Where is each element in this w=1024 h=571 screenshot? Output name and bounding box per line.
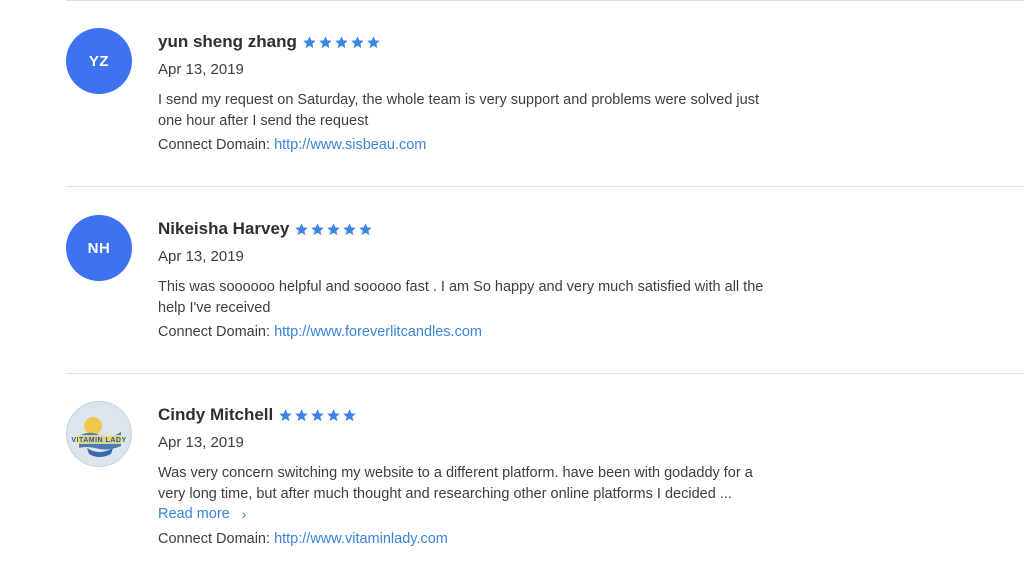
connect-domain-label: Connect Domain: — [158, 324, 271, 340]
connect-domain: Connect Domain: http://www.vitaminlady.c… — [158, 531, 778, 547]
star-rating — [302, 35, 381, 50]
vitamin-lady-logo-icon: VITAMIN LADY — [68, 403, 130, 465]
review-date: Apr 13, 2019 — [158, 61, 244, 78]
domain-link[interactable]: http://www.vitaminlady.com — [274, 531, 448, 547]
star-icon — [335, 35, 348, 48]
review-text: This was soooooo helpful and sooooo fast… — [158, 279, 764, 316]
star-icon — [327, 222, 341, 235]
reviewer-name: Cindy Mitchell — [158, 405, 274, 424]
star-icon — [351, 35, 364, 48]
review-item: YZ yun sheng zhang Apr 13, 2019 I send m… — [0, 0, 1024, 186]
star-icon — [311, 408, 324, 421]
star-icon — [359, 222, 373, 235]
avatar: NH — [66, 215, 132, 281]
star-icon — [295, 222, 309, 235]
reviewer-name: Nikeisha Harvey — [158, 219, 290, 238]
review-text: Was very concern switching my website to… — [158, 465, 753, 502]
connect-domain-label: Connect Domain: — [158, 137, 271, 153]
read-more-label: Read more — [158, 506, 230, 522]
star-icon — [311, 222, 325, 235]
star-icon — [343, 408, 356, 421]
review-text: I send my request on Saturday, the whole… — [158, 92, 759, 129]
chevron-right-icon: › — [241, 506, 247, 522]
star-icon — [367, 35, 380, 48]
star-rating — [278, 408, 357, 423]
star-rating — [294, 222, 373, 237]
review-item: NH Nikeisha Harvey Apr 13, 2019 This was… — [0, 187, 1024, 373]
domain-link[interactable]: http://www.sisbeau.com — [274, 137, 426, 153]
avatar-initials: YZ — [88, 52, 110, 70]
connect-domain: Connect Domain: http://www.foreverlitcan… — [158, 324, 778, 340]
connect-domain-label: Connect Domain: — [158, 530, 271, 547]
avatar-initials: NH — [87, 239, 111, 257]
read-more-link[interactable]: Read more › — [158, 504, 246, 525]
review-date: Apr 13, 2019 — [158, 248, 244, 265]
reviewer-name: yun sheng zhang — [158, 32, 297, 51]
avatar-logo: VITAMIN LADY — [66, 401, 132, 467]
star-icon — [295, 408, 308, 421]
review-date: Apr 13, 2019 — [158, 434, 244, 451]
star-icon — [327, 408, 340, 421]
connect-domain: Connect Domain: http://www.sisbeau.com — [158, 137, 778, 153]
avatar: YZ — [66, 28, 132, 94]
star-icon — [319, 35, 332, 48]
svg-text:VITAMIN LADY: VITAMIN LADY — [71, 437, 126, 444]
review-item: VITAMIN LADY Cindy Mitchell Apr 13, 2019… — [0, 373, 1024, 559]
domain-link[interactable]: http://www.foreverlitcandles.com — [274, 324, 482, 340]
star-icon — [279, 408, 292, 421]
star-icon — [303, 35, 316, 48]
star-icon — [343, 222, 357, 235]
